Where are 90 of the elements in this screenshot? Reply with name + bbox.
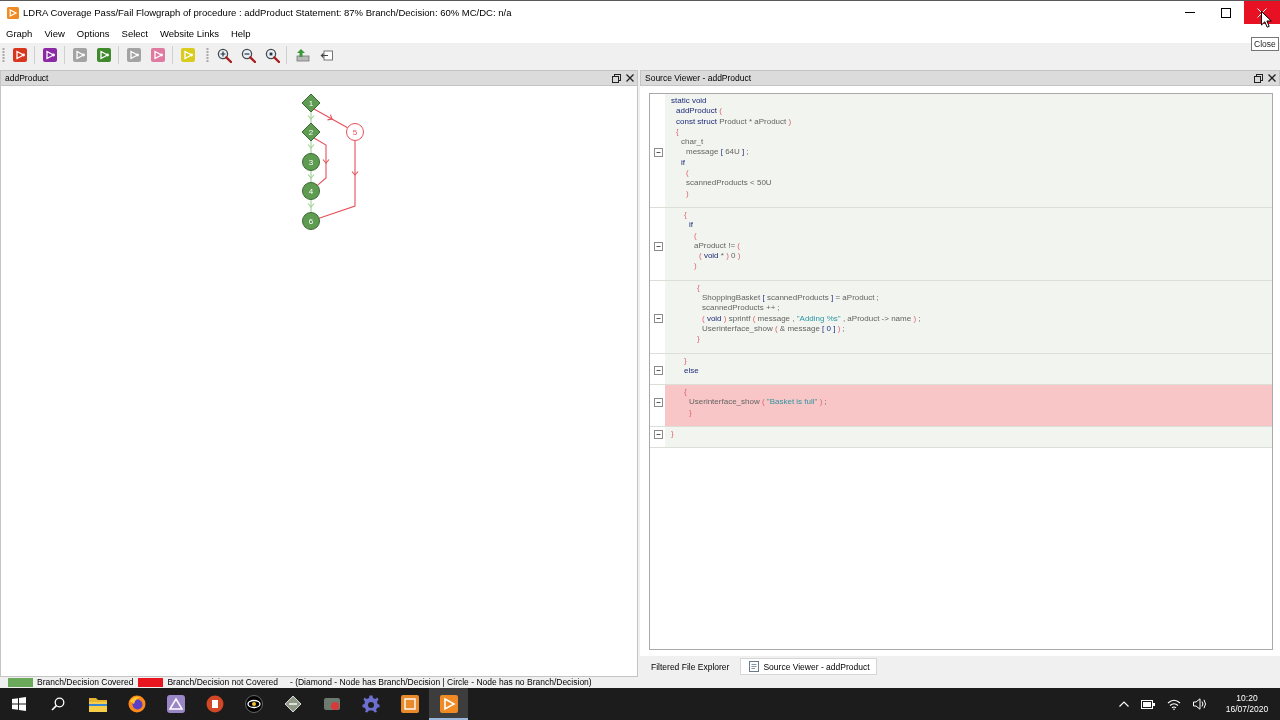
- menu-item[interactable]: Options: [70, 26, 116, 41]
- taskbar-time[interactable]: 10:20: [1236, 693, 1258, 704]
- close-button[interactable]: [1244, 1, 1280, 24]
- code-line: char_t: [681, 137, 704, 148]
- legend-note: - (Diamond - Node has Branch/Decision | Circle - Node has no Branch/Decision): [289, 677, 592, 688]
- menu-item[interactable]: Select: [115, 26, 154, 41]
- start-icon: [12, 697, 26, 711]
- close-icon[interactable]: [626, 74, 634, 82]
- code-line: Userinterface_show ( & message [ 0 ] ) ;: [702, 323, 845, 335]
- presentation-icon: [205, 695, 224, 713]
- code-line: aProduct != (: [694, 240, 741, 252]
- code-line: (: [694, 230, 697, 241]
- code-line: else: [684, 365, 699, 377]
- search-icon: [51, 697, 65, 711]
- menu-item[interactable]: Website Links: [154, 26, 225, 41]
- code-line: (: [686, 168, 689, 179]
- toolbar-grip[interactable]: [206, 47, 209, 63]
- code-line: {: [684, 209, 687, 221]
- play-icon: [439, 695, 458, 713]
- restore-icon[interactable]: [1254, 73, 1263, 83]
- code-line: if: [689, 220, 693, 231]
- globe-icon: [127, 695, 146, 713]
- circle-node: 3: [302, 153, 320, 171]
- diamond-icon: [283, 695, 302, 713]
- battery-icon[interactable]: [1141, 699, 1155, 709]
- code-line: }: [684, 355, 687, 366]
- code-line: {: [697, 282, 700, 294]
- menu-item[interactable]: View: [38, 26, 71, 41]
- volume-icon[interactable]: [1193, 698, 1207, 710]
- document-icon: [749, 661, 760, 672]
- close-icon[interactable]: [1268, 74, 1276, 82]
- maximize-icon: [1221, 7, 1231, 18]
- collapse-icon[interactable]: [654, 314, 663, 324]
- dock-tab[interactable]: Source Viewer - addProduct: [740, 658, 877, 675]
- close-icon: [1257, 7, 1267, 18]
- code-line: }: [689, 407, 692, 418]
- code-line: }: [697, 334, 700, 345]
- square-icon: [400, 695, 419, 713]
- code-line: if: [681, 157, 685, 169]
- code-line: ( void * ) 0 ): [699, 251, 741, 262]
- gear-icon: [361, 695, 380, 713]
- code-line: addProduct (: [676, 106, 722, 117]
- play-icon: [7, 6, 19, 19]
- toolbar-grip[interactable]: [2, 47, 5, 63]
- panel-title: addProduct: [5, 73, 49, 83]
- code-line: ): [694, 261, 697, 272]
- badge-icon: [322, 695, 341, 713]
- panel-title: Source Viewer - addProduct: [645, 73, 752, 83]
- minimize-icon: [1185, 12, 1195, 13]
- diamond-node: 2: [301, 122, 321, 142]
- code-line: Userinterface_show ( "Basket is full" ) ;: [689, 397, 827, 408]
- caret-up-icon[interactable]: [1119, 701, 1129, 707]
- folder-icon: [88, 696, 107, 712]
- collapse-icon[interactable]: [654, 398, 663, 408]
- diamond-node: 1: [301, 93, 321, 113]
- legend-label: Branch/Decision not Covered: [167, 677, 278, 688]
- code-line: {: [676, 126, 679, 138]
- menu-item[interactable]: Graph: [0, 26, 39, 41]
- taskbar-date[interactable]: 16/07/2020: [1225, 704, 1269, 715]
- eye-icon: [244, 695, 263, 713]
- code-line: {: [684, 387, 687, 398]
- code-line: static void: [671, 96, 707, 107]
- code-line: ): [686, 188, 689, 199]
- collapse-icon[interactable]: [654, 366, 663, 376]
- code-line: }: [671, 429, 674, 440]
- circle-node: 4: [302, 182, 320, 200]
- collapse-icon[interactable]: [654, 241, 663, 251]
- tooltip: Close: [1251, 37, 1279, 51]
- code-line: message [ 64U ] ;: [686, 147, 749, 158]
- menu-item[interactable]: Help: [224, 26, 257, 41]
- triangle-icon: [166, 695, 185, 713]
- zoom-out-icon: [240, 47, 256, 63]
- code-line: scannedProducts ++ ;: [702, 303, 780, 314]
- code-line: const struct Product * aProduct ): [676, 116, 792, 127]
- taskbar-button[interactable]: [429, 688, 468, 720]
- code-line: ( void ) sprintf ( message , "Adding %s" , aProduct -> name ) ;: [702, 313, 921, 324]
- circle-node: 6: [302, 212, 320, 230]
- legend-label: Branch/Decision Covered: [37, 677, 134, 688]
- code-line: ShoppingBasket [ scannedProducts ] = aProduct ;: [702, 293, 879, 304]
- zoom-in-icon: [216, 47, 232, 63]
- up-arrow-icon: [294, 48, 310, 62]
- collapse-icon[interactable]: [654, 148, 663, 158]
- wifi-icon[interactable]: [1167, 698, 1181, 710]
- return-arrow-icon: [319, 49, 333, 61]
- circle-node: 5: [346, 123, 364, 141]
- window-title: LDRA Coverage Pass/Fail Flowgraph of procedure : addProduct Statement: 87% Branch/Decision: 60% MC/DC: n/a: [23, 7, 512, 18]
- code-line: scannedProducts < 50U: [686, 178, 772, 189]
- zoom-fit-icon: [264, 47, 280, 63]
- restore-icon[interactable]: [612, 73, 621, 83]
- collapse-icon[interactable]: [654, 429, 663, 439]
